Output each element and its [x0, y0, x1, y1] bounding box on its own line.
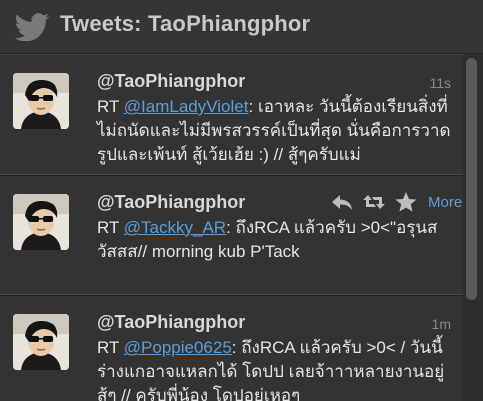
tweet-text: RT @Poppie0625: ถึงRCA แล้วครับ >0< / วั… — [97, 336, 452, 401]
avatar[interactable] — [13, 194, 69, 250]
tweet-timestamp[interactable]: 11s — [429, 75, 451, 91]
mention-link[interactable]: @Poppie0625 — [124, 338, 232, 357]
favorite-star-icon[interactable] — [394, 191, 418, 213]
tweet-author[interactable]: @TaoPhiangphor — [97, 192, 245, 213]
tweet-item[interactable]: @TaoPhiangphor More RT @Tackky_AR: ถึงRC… — [0, 175, 463, 295]
tweet-author[interactable]: @TaoPhiangphor — [97, 312, 245, 333]
tweet-text: RT @IamLadyViolet: เอาหละ วันนี้ต้องเรีย… — [97, 95, 452, 167]
more-button[interactable]: More — [428, 194, 462, 211]
retweet-prefix: RT — [97, 338, 124, 357]
tweet-author[interactable]: @TaoPhiangphor — [97, 71, 245, 92]
avatar[interactable] — [13, 314, 69, 370]
retweet-prefix: RT — [97, 97, 124, 116]
twitter-widget: Tweets: TaoPhiangphor @TaoPhiangphor 11s… — [0, 0, 483, 401]
retweet-prefix: RT — [97, 218, 124, 237]
widget-header: Tweets: TaoPhiangphor — [0, 0, 483, 54]
tweet-timestamp[interactable]: 1m — [432, 316, 451, 332]
avatar[interactable] — [13, 73, 69, 129]
reply-icon[interactable] — [330, 191, 354, 213]
twitter-bird-icon — [14, 13, 50, 41]
scrollbar-thumb[interactable] — [466, 58, 477, 300]
scrollbar[interactable] — [463, 54, 483, 401]
mention-link[interactable]: @IamLadyViolet — [124, 97, 249, 116]
tweet-list[interactable]: @TaoPhiangphor 11s RT @IamLadyViolet: เอ… — [0, 54, 463, 401]
retweet-icon[interactable] — [362, 191, 386, 213]
tweet-item[interactable]: @TaoPhiangphor 11s RT @IamLadyViolet: เอ… — [0, 55, 463, 175]
header-title: Tweets: TaoPhiangphor — [60, 11, 311, 36]
tweet-item[interactable]: @TaoPhiangphor 1m RT @Poppie0625: ถึงRCA… — [0, 295, 463, 401]
mention-link[interactable]: @Tackky_AR — [124, 218, 226, 237]
tweet-actions: More — [330, 190, 462, 214]
tweet-text: RT @Tackky_AR: ถึงRCA แล้วครับ >0<"อรุนส… — [97, 216, 452, 264]
